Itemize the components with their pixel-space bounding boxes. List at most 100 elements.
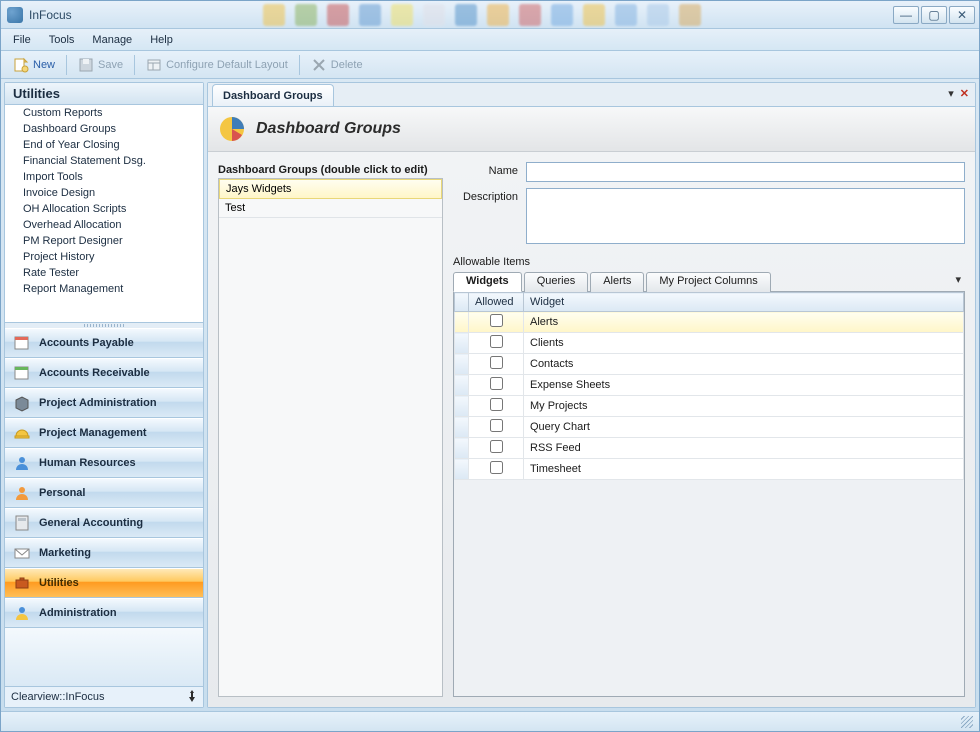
description-input[interactable] xyxy=(526,188,965,244)
tab-widgets[interactable]: Widgets xyxy=(453,272,522,292)
allowed-checkbox[interactable] xyxy=(490,377,503,390)
grid-row[interactable]: Clients xyxy=(455,333,964,354)
row-header xyxy=(455,312,469,333)
nav-project-administration[interactable]: Project Administration xyxy=(5,388,203,418)
sidebar-tree[interactable]: Custom Reports Dashboard Groups End of Y… xyxy=(5,105,203,322)
nav-label: Personal xyxy=(39,487,85,499)
content: Dashboard Groups (double click to edit) … xyxy=(208,152,975,707)
tab-dropdown-icon[interactable]: ▾ xyxy=(948,87,954,100)
save-button[interactable]: Save xyxy=(70,54,131,76)
sidebar-item[interactable]: Report Management xyxy=(5,281,203,297)
nav-stack: Accounts Payable Accounts Receivable Pro… xyxy=(5,328,203,687)
sidebar-item[interactable]: Invoice Design xyxy=(5,185,203,201)
nav-label: General Accounting xyxy=(39,517,143,529)
pin-icon[interactable] xyxy=(187,690,197,705)
group-row[interactable]: Test xyxy=(219,199,442,218)
sidebar-item[interactable]: Financial Statement Dsg. xyxy=(5,153,203,169)
new-button[interactable]: New xyxy=(5,54,63,76)
delete-icon xyxy=(311,57,327,73)
nav-utilities[interactable]: Utilities xyxy=(5,568,203,598)
nav-accounts-payable[interactable]: Accounts Payable xyxy=(5,328,203,358)
grid-row[interactable]: Contacts xyxy=(455,354,964,375)
status-bar xyxy=(1,711,979,731)
sidebar-item[interactable]: Import Tools xyxy=(5,169,203,185)
pie-chart-icon xyxy=(218,115,246,143)
tab-my-project-columns[interactable]: My Project Columns xyxy=(646,272,770,292)
nav-label: Human Resources xyxy=(39,457,136,469)
configure-layout-button[interactable]: Configure Default Layout xyxy=(138,54,296,76)
tabs-overflow-icon[interactable]: ▾ xyxy=(955,273,961,286)
grid-row[interactable]: My Projects xyxy=(455,396,964,417)
tab-queries[interactable]: Queries xyxy=(524,272,589,292)
row-header-col xyxy=(455,293,469,312)
tab-close-icon[interactable]: ✕ xyxy=(960,87,969,100)
nav-label: Project Management xyxy=(39,427,147,439)
widget-name: Timesheet xyxy=(524,459,964,480)
tab-dashboard-groups[interactable]: Dashboard Groups xyxy=(212,84,334,106)
calculator-icon xyxy=(13,514,31,532)
window-title: InFocus xyxy=(29,8,72,22)
menu-file[interactable]: File xyxy=(5,32,39,48)
sidebar-item[interactable]: OH Allocation Scripts xyxy=(5,201,203,217)
sidebar-item[interactable]: Dashboard Groups xyxy=(5,121,203,137)
document-tabs: Dashboard Groups ▾ ✕ xyxy=(208,83,975,107)
widget-name: Alerts xyxy=(524,312,964,333)
row-header xyxy=(455,417,469,438)
page-title: Dashboard Groups xyxy=(256,120,401,138)
menu-tools[interactable]: Tools xyxy=(41,32,83,48)
allowed-checkbox[interactable] xyxy=(490,419,503,432)
grid-row[interactable]: Expense Sheets xyxy=(455,375,964,396)
sidebar-item[interactable]: End of Year Closing xyxy=(5,137,203,153)
sidebar-item[interactable]: Overhead Allocation xyxy=(5,217,203,233)
group-row[interactable]: Jays Widgets xyxy=(219,179,442,199)
allowable-tabs: Widgets Queries Alerts My Project Column… xyxy=(453,270,965,292)
name-input[interactable] xyxy=(526,162,965,182)
hardhat-icon xyxy=(13,424,31,442)
menu-help[interactable]: Help xyxy=(142,32,181,48)
grid-row[interactable]: Query Chart xyxy=(455,417,964,438)
nav-accounts-receivable[interactable]: Accounts Receivable xyxy=(5,358,203,388)
allowable-label: Allowable Items xyxy=(453,254,965,270)
maximize-button[interactable]: ▢ xyxy=(921,6,947,24)
delete-label: Delete xyxy=(331,59,363,71)
minimize-button[interactable]: ― xyxy=(893,6,919,24)
save-icon xyxy=(78,57,94,73)
ledger-red-icon xyxy=(13,334,31,352)
group-list[interactable]: Jays Widgets Test xyxy=(218,178,443,697)
row-header xyxy=(455,375,469,396)
allowed-checkbox[interactable] xyxy=(490,356,503,369)
widget-name: Expense Sheets xyxy=(524,375,964,396)
menu-bar: File Tools Manage Help xyxy=(1,29,979,51)
sidebar-header: Utilities xyxy=(5,83,203,105)
nav-project-management[interactable]: Project Management xyxy=(5,418,203,448)
nav-general-accounting[interactable]: General Accounting xyxy=(5,508,203,538)
tab-alerts[interactable]: Alerts xyxy=(590,272,644,292)
nav-administration[interactable]: Administration xyxy=(5,598,203,628)
grid-row[interactable]: RSS Feed xyxy=(455,438,964,459)
widget-name: My Projects xyxy=(524,396,964,417)
nav-label: Administration xyxy=(39,607,117,619)
sidebar-item[interactable]: Custom Reports xyxy=(5,105,203,121)
allowed-checkbox[interactable] xyxy=(490,440,503,453)
col-allowed[interactable]: Allowed xyxy=(469,293,524,312)
resize-grip[interactable] xyxy=(961,716,973,728)
delete-button[interactable]: Delete xyxy=(303,54,371,76)
menu-manage[interactable]: Manage xyxy=(84,32,140,48)
col-widget[interactable]: Widget xyxy=(524,293,964,312)
close-window-button[interactable]: ✕ xyxy=(949,6,975,24)
allowed-checkbox[interactable] xyxy=(490,461,503,474)
sidebar: Utilities Custom Reports Dashboard Group… xyxy=(4,82,204,708)
nav-marketing[interactable]: Marketing xyxy=(5,538,203,568)
grid-row[interactable]: Timesheet xyxy=(455,459,964,480)
new-label: New xyxy=(33,59,55,71)
sidebar-item[interactable]: PM Report Designer xyxy=(5,233,203,249)
allowed-checkbox[interactable] xyxy=(490,335,503,348)
nav-human-resources[interactable]: Human Resources xyxy=(5,448,203,478)
allowed-checkbox[interactable] xyxy=(490,398,503,411)
allowed-checkbox[interactable] xyxy=(490,314,503,327)
save-label: Save xyxy=(98,59,123,71)
sidebar-item[interactable]: Rate Tester xyxy=(5,265,203,281)
nav-personal[interactable]: Personal xyxy=(5,478,203,508)
grid-row[interactable]: Alerts xyxy=(455,312,964,333)
sidebar-item[interactable]: Project History xyxy=(5,249,203,265)
